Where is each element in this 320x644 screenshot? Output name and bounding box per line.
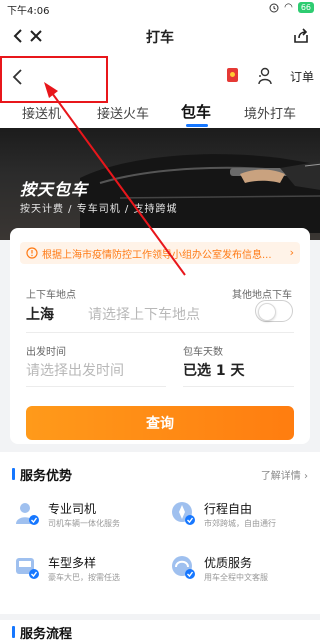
process-section: 服务流程 [0, 620, 320, 644]
highlight-box [0, 56, 108, 103]
share-icon[interactable] [292, 27, 310, 45]
search-button[interactable]: 查询 [26, 406, 294, 440]
banner: 按天包车 按天计费 / 专车司机 / 支持跨城 [0, 128, 320, 240]
advantage-item: 车型多样 豪车大巴，按需任选 [14, 554, 154, 584]
advantage-item: 优质服务 用车全程中文客服 [170, 554, 310, 584]
status-icons: ◠ 66 [269, 2, 314, 13]
city-selector[interactable]: 上海 [26, 304, 54, 324]
status-time: 下午4:06 [7, 6, 50, 17]
tab-train[interactable]: 接送火车 [97, 103, 149, 122]
divider [183, 386, 294, 387]
banner-subtitle: 按天计费 / 专车司机 / 支持跨城 [20, 204, 178, 215]
other-dropoff-label: 其他地点下车 [232, 290, 292, 301]
banner-title: 按天包车 [20, 180, 89, 199]
booking-card: 根据上海市疫情防控工作领导小组办公室发布信息... › 上下车地点 上海 请选择… [10, 228, 310, 444]
page: 下午4:06 ◠ 66 打车 订单 接送机 接送火车 包车 境外打车 按天包车 … [0, 0, 320, 644]
status-bar: 下午4:06 ◠ 66 [0, 0, 320, 17]
alarm-icon [269, 3, 279, 12]
tab-active-indicator [186, 124, 208, 127]
pickup-label: 上下车地点 [26, 290, 76, 301]
notice-text: 根据上海市疫情防控工作领导小组办公室发布信息... [42, 250, 272, 261]
battery-icon: 66 [297, 2, 314, 13]
days-selector[interactable]: 已选 1 天 [183, 360, 245, 380]
time-label: 出发时间 [26, 347, 66, 358]
divider [26, 386, 166, 387]
notice-bar[interactable]: 根据上海市疫情防控工作领导小组办公室发布信息... › [20, 242, 300, 264]
red-packet-icon[interactable] [227, 68, 238, 82]
advantage-desc: 司机车辆一体化服务 [48, 519, 120, 528]
headset-icon [172, 556, 195, 579]
chevron-right-icon: › [289, 246, 294, 259]
learn-more-link[interactable]: 了解详情 › [261, 467, 308, 482]
driver-icon [16, 503, 39, 525]
advantages-title: 服务优势 [12, 465, 72, 484]
orders-link[interactable]: 订单 [290, 68, 314, 85]
days-label: 包车天数 [183, 347, 223, 358]
page-title: 打车 [146, 30, 174, 46]
advantage-desc: 市郊跨城，自由通行 [204, 519, 276, 528]
advantage-desc: 豪车大巴，按需任选 [48, 573, 120, 582]
advantage-item: 专业司机 司机车辆一体化服务 [14, 500, 154, 530]
process-title: 服务流程 [12, 623, 72, 642]
other-dropoff-toggle[interactable] [255, 300, 293, 322]
bus-icon [16, 558, 39, 579]
warning-icon [26, 247, 38, 259]
wifi-icon: ◠ [284, 2, 293, 13]
advantage-title: 优质服务 [204, 556, 253, 570]
time-input[interactable]: 请选择出发时间 [26, 360, 124, 380]
divider [26, 332, 294, 333]
address-input[interactable]: 请选择上下车地点 [88, 304, 200, 324]
car-image [80, 154, 320, 233]
advantage-title: 行程自由 [204, 502, 253, 516]
advantage-desc: 用车全程中文客服 [204, 573, 268, 582]
advantages-section: 服务优势 了解详情 › 专业司机 司机车辆一体化服务 行程自由 市郊跨城，自由通… [0, 452, 320, 614]
customer-service-icon[interactable] [257, 67, 273, 85]
tab-overseas[interactable]: 境外打车 [244, 103, 296, 122]
advantage-title: 专业司机 [48, 502, 97, 516]
title-bar: 打车 [0, 16, 320, 56]
tab-airport[interactable]: 接送机 [22, 103, 61, 122]
advantage-item: 行程自由 市郊跨城，自由通行 [170, 500, 310, 530]
tab-charter[interactable]: 包车 [181, 101, 211, 122]
advantage-title: 车型多样 [48, 556, 97, 570]
compass-icon [172, 502, 195, 525]
